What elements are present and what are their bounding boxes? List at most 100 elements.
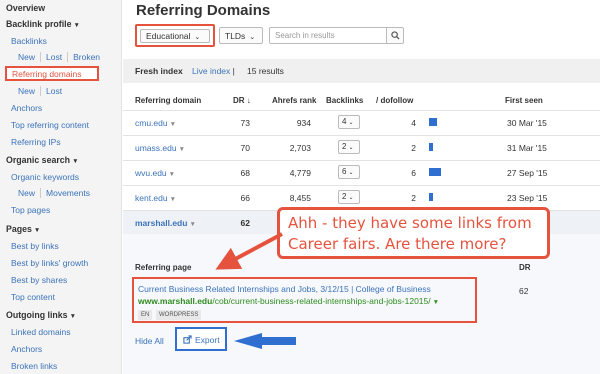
sidebar-item-referring-domains[interactable]: Referring domains — [5, 66, 99, 81]
first-seen-value: 30 Mar '15 — [507, 118, 547, 128]
domain-link[interactable]: wvu.edu ▼ — [135, 168, 175, 178]
section-label: Backlink profile — [6, 19, 72, 29]
type-filter-dropdown[interactable]: Educational ⌄ — [140, 29, 210, 43]
domain-text: wvu.edu — [135, 168, 167, 178]
language-tag: EN — [138, 310, 153, 320]
caret-down-icon: ▼ — [73, 22, 80, 29]
ahrefs-rank-value: 8,455 — [289, 193, 311, 203]
sidebar-item-broken-links[interactable]: Broken links — [11, 361, 57, 371]
sort-arrow-icon: ↓ — [244, 96, 251, 105]
caret-down-icon[interactable]: ▼ — [170, 196, 176, 203]
sidebar-item-best-by-links-growth[interactable]: Best by links' growth — [11, 258, 88, 268]
dropdown-value: 4 — [342, 117, 347, 126]
dofollow-value: 2 — [411, 193, 416, 203]
column-header-first-seen[interactable]: First seen — [505, 96, 543, 105]
header-label: DR — [233, 96, 245, 105]
first-seen-value: 23 Sep '15 — [507, 193, 548, 203]
section-label: Outgoing links — [6, 310, 68, 320]
sidebar-item-best-by-shares[interactable]: Best by shares — [11, 275, 67, 285]
sidebar-section-pages[interactable]: Pages ▼ — [6, 224, 40, 234]
sidebar-subitem-movements[interactable]: Movements — [40, 188, 95, 198]
search-input[interactable]: Search in results — [269, 27, 387, 44]
ahrefs-rank-value: 934 — [296, 118, 311, 128]
chevron-down-icon: ⌄ — [348, 145, 354, 151]
dofollow-value: 2 — [411, 143, 416, 153]
live-index-link[interactable]: Live index | — [192, 66, 235, 76]
backlinks-dropdown[interactable]: 2 ⌄ — [338, 190, 360, 204]
domain-link[interactable]: cmu.edu ▼ — [135, 118, 176, 128]
dropdown-label: TLDs — [225, 31, 246, 41]
export-button[interactable]: Export — [183, 335, 220, 345]
column-header-referring-domain[interactable]: Referring domain — [135, 96, 201, 105]
live-index-text: Live index — [192, 66, 231, 76]
backlinks-dropdown[interactable]: 2 ⌄ — [338, 140, 360, 154]
url-domain: www.marshall.edu — [138, 296, 213, 306]
sidebar-item-top-pages[interactable]: Top pages — [11, 205, 50, 215]
section-label: Organic search — [6, 155, 71, 165]
dr-value: 62 — [240, 218, 250, 228]
sidebar-item-best-by-links[interactable]: Best by links — [11, 241, 59, 251]
referring-page-dr-value: 62 — [519, 286, 529, 296]
sidebar-subitem-lost[interactable]: Lost — [40, 52, 67, 62]
sidebar-subitem-broken[interactable]: Broken — [67, 52, 105, 62]
sidebar-item-label: Overview — [6, 3, 46, 13]
column-header-dr-expanded: DR — [519, 263, 531, 272]
column-header-dr[interactable]: DR ↓ — [233, 96, 251, 105]
sidebar-item-overview[interactable]: Overview — [6, 3, 45, 13]
sidebar-subitem-lost[interactable]: Lost — [40, 86, 67, 96]
organic-keywords-subnav: New Movements — [18, 188, 95, 198]
domain-link[interactable]: umass.edu ▼ — [135, 143, 185, 153]
dr-value: 73 — [240, 118, 250, 128]
search-icon — [391, 31, 400, 40]
domain-link[interactable]: marshall.edu ▼ — [135, 218, 196, 228]
sidebar-item-anchors-outgoing[interactable]: Anchors — [11, 344, 42, 354]
sidebar-subitem-new[interactable]: New — [18, 86, 40, 96]
domain-text: umass.edu — [135, 143, 177, 153]
ahrefs-rank-value: 4,779 — [289, 168, 311, 178]
hide-all-link[interactable]: Hide All — [135, 336, 164, 346]
column-header-referring-page: Referring page — [135, 263, 192, 272]
dofollow-value: 4 — [411, 118, 416, 128]
page-title: Referring Domains — [136, 2, 271, 19]
dofollow-value: 6 — [411, 168, 416, 178]
referring-page-title-link[interactable]: Current Business Related Internships and… — [138, 284, 431, 294]
first-seen-value: 31 Mar '15 — [507, 143, 547, 153]
caret-down-icon[interactable]: ▼ — [170, 121, 176, 128]
sidebar-item-organic-keywords[interactable]: Organic keywords — [11, 172, 79, 182]
caret-down-icon[interactable]: ▼ — [433, 299, 439, 306]
backlinks-dropdown[interactable]: 4 ⌄ — [338, 115, 360, 129]
url-path: /cob/current-business-related-internship… — [212, 296, 431, 306]
search-button[interactable] — [386, 27, 404, 44]
caret-down-icon[interactable]: ▼ — [189, 221, 195, 228]
caret-down-icon[interactable]: ▼ — [179, 146, 185, 153]
column-header-backlinks[interactable]: Backlinks — [326, 96, 363, 105]
sidebar-section-outgoing-links[interactable]: Outgoing links ▼ — [6, 310, 76, 320]
sidebar-item-anchors[interactable]: Anchors — [11, 103, 42, 113]
referring-domains-subnav: New Lost — [18, 86, 67, 96]
caret-down-icon: ▼ — [33, 227, 41, 234]
sidebar-item-top-content[interactable]: Top content — [11, 292, 55, 302]
sidebar-item-linked-domains[interactable]: Linked domains — [11, 327, 71, 337]
domain-link[interactable]: kent.edu ▼ — [135, 193, 176, 203]
sidebar-item-backlinks[interactable]: Backlinks — [11, 36, 47, 46]
column-header-ahrefs-rank[interactable]: Ahrefs rank — [272, 96, 316, 105]
referring-page-url[interactable]: www.marshall.edu/cob/current-business-re… — [138, 296, 439, 306]
column-header-dofollow[interactable]: / dofollow — [376, 96, 413, 105]
sidebar-item-referring-ips[interactable]: Referring IPs — [11, 137, 61, 147]
dr-value: 66 — [240, 193, 250, 203]
backlinks-dropdown[interactable]: 6 ⌄ — [338, 165, 360, 179]
table-row: cmu.edu ▼ 73 934 4 ⌄ 4 30 Mar '15 — [123, 111, 600, 135]
sidebar-subitem-new[interactable]: New — [18, 188, 40, 198]
chevron-down-icon: ⌄ — [348, 120, 354, 126]
sidebar-section-organic-search[interactable]: Organic search ▼ — [6, 155, 79, 165]
chevron-down-icon: ⌄ — [348, 170, 354, 176]
tlds-dropdown[interactable]: TLDs ⌄ — [219, 27, 263, 44]
sidebar-item-top-referring-content[interactable]: Top referring content — [11, 120, 89, 130]
fresh-index-label[interactable]: Fresh index — [135, 66, 183, 76]
separator: | — [232, 66, 235, 76]
sidebar-subitem-new[interactable]: New — [18, 52, 40, 62]
caret-down-icon[interactable]: ▼ — [169, 171, 175, 178]
export-highlight: Export — [175, 327, 227, 351]
sidebar-section-backlink-profile[interactable]: Backlink profile ▼ — [6, 19, 80, 29]
dropdown-value: 6 — [342, 167, 347, 176]
